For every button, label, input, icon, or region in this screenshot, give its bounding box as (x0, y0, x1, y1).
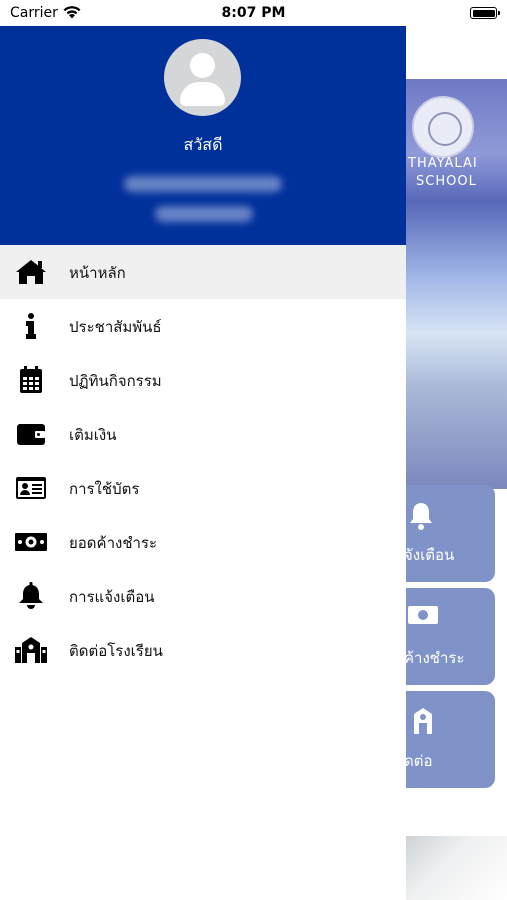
notification-card-label: จังเตือน (406, 546, 455, 564)
avatar[interactable] (164, 39, 241, 116)
background-home-screen[interactable]: THAYALAI SCHOOL จังเตือน ค้างชำระ ดต่อ (406, 26, 507, 900)
money-bill-icon (408, 604, 438, 632)
bell-icon (19, 582, 43, 609)
navigation-drawer: สวัสดี หน้าหลัก ประชาสัมพันธ์ ปฏิทินกิจก… (0, 26, 406, 900)
clock: 8:07 PM (221, 5, 286, 21)
menu-item-label: ยอดค้างชำระ (69, 534, 158, 552)
outstanding-card-label: ค้างชำระ (406, 649, 465, 667)
menu-item-top-up[interactable]: เติมเงิน (0, 407, 406, 461)
battery-icon (470, 7, 500, 19)
calendar-icon (20, 366, 42, 393)
status-bar: Carrier 8:07 PM (0, 0, 507, 26)
school-name-line-1: THAYALAI (408, 156, 478, 171)
menu-item-label: การแจ้งเตือน (69, 588, 155, 606)
avatar-head-shape (190, 53, 215, 78)
contact-card-label: ดต่อ (406, 752, 433, 770)
redacted-user-id (155, 206, 253, 222)
id-card-icon (16, 477, 46, 499)
contact-card[interactable]: ดต่อ (406, 691, 495, 788)
greeting-text: สวัสดี (183, 135, 223, 154)
menu-item-label: ติดต่อโรงเรียน (69, 642, 163, 660)
drawer-menu: หน้าหลัก ประชาสัมพันธ์ ปฏิทินกิจกรรม เติ… (0, 245, 406, 677)
menu-item-calendar[interactable]: ปฏิทินกิจกรรม (0, 353, 406, 407)
menu-item-card-usage[interactable]: การใช้บัตร (0, 461, 406, 515)
menu-item-contact-school[interactable]: ติดต่อโรงเรียน (0, 623, 406, 677)
background-image-fragment (406, 836, 507, 900)
avatar-body-shape (180, 82, 225, 106)
menu-item-label: ประชาสัมพันธ์ (69, 318, 162, 336)
wallet-icon (17, 424, 45, 445)
menu-item-home[interactable]: หน้าหลัก (0, 245, 406, 299)
drawer-header: สวัสดี (0, 26, 406, 245)
info-icon (26, 313, 36, 339)
redacted-user-name (124, 176, 282, 192)
school-emblem (412, 96, 474, 158)
menu-item-outstanding-balance[interactable]: ยอดค้างชำระ (0, 515, 406, 569)
menu-item-label: ปฏิทินกิจกรรม (69, 372, 162, 390)
menu-item-label: การใช้บัตร (69, 480, 140, 498)
notification-card[interactable]: จังเตือน (406, 485, 495, 582)
menu-item-announcements[interactable]: ประชาสัมพันธ์ (0, 299, 406, 353)
home-icon (16, 260, 46, 284)
menu-item-label: เติมเงิน (69, 426, 117, 444)
menu-item-label: หน้าหลัก (69, 264, 126, 282)
bell-icon (408, 501, 434, 537)
school-name-line-2: SCHOOL (416, 174, 477, 189)
money-bill-icon (15, 533, 47, 551)
outstanding-card[interactable]: ค้างชำระ (406, 588, 495, 685)
school-icon (408, 707, 438, 741)
school-icon (15, 637, 47, 663)
menu-item-notifications[interactable]: การแจ้งเตือน (0, 569, 406, 623)
